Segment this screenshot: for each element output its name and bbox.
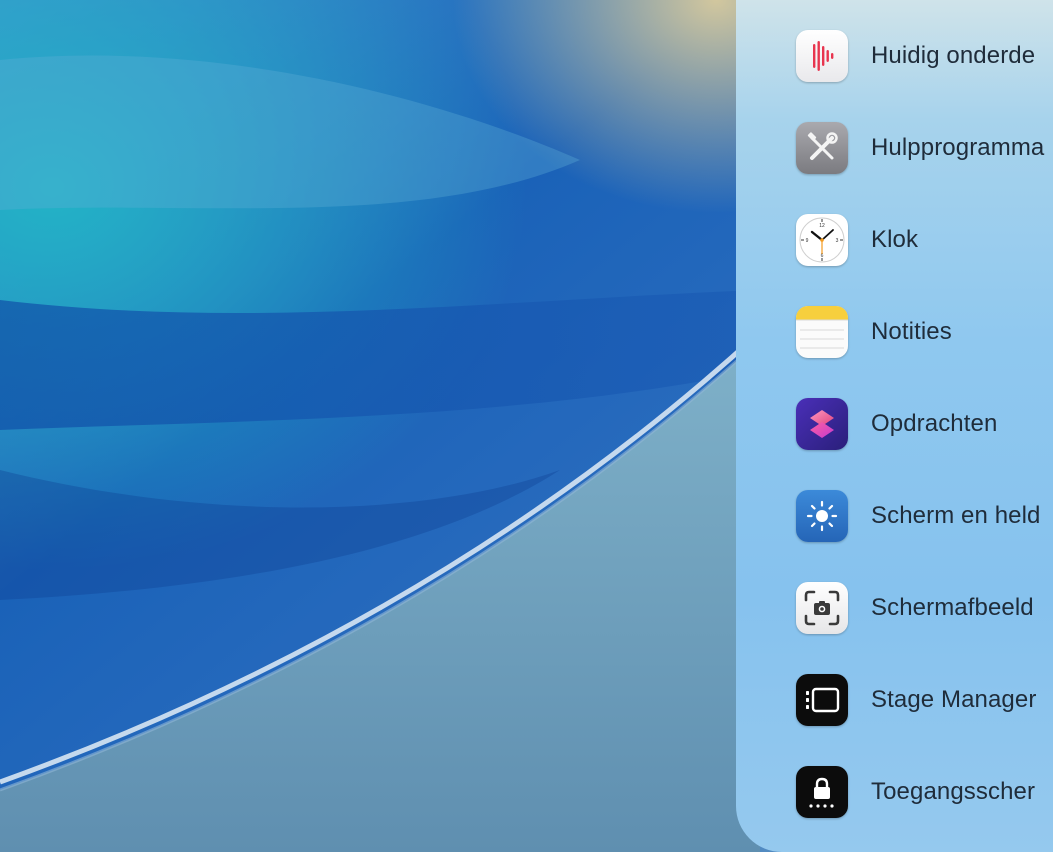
app-item-label: Opdrachten: [871, 410, 998, 437]
app-item-label: Hulpprogramma: [871, 134, 1045, 161]
app-item-label: Notities: [871, 318, 952, 345]
app-item-label: Toegangsscher: [871, 778, 1036, 805]
app-item-label: Scherm en held: [871, 502, 1041, 529]
app-item-notes[interactable]: Notities: [796, 305, 1053, 359]
svg-text:12: 12: [819, 223, 825, 229]
lock-screen-icon: [796, 766, 848, 818]
app-item-lock-screen[interactable]: Toegangsscher: [796, 765, 1053, 819]
notes-icon: [796, 306, 848, 358]
app-item-label: Klok: [871, 226, 919, 253]
app-item-label: Schermafbeeld: [871, 594, 1034, 621]
app-item-stage-manager[interactable]: Stage Manager: [796, 673, 1053, 727]
voice-memos-icon: [796, 30, 848, 82]
svg-text:3: 3: [836, 238, 839, 244]
svg-text:9: 9: [806, 238, 809, 244]
app-item-display-brightness[interactable]: Scherm en held: [796, 489, 1053, 543]
app-item-shortcuts[interactable]: Opdrachten: [796, 397, 1053, 451]
stage-manager-icon: [796, 674, 848, 726]
shortcuts-icon: [796, 398, 848, 450]
app-item-label: Huidig onderde: [871, 42, 1036, 69]
utilities-icon: [796, 122, 848, 174]
app-item-utilities[interactable]: Hulpprogramma: [796, 121, 1053, 175]
app-item-clock[interactable]: 12 3 6 9 Klok: [796, 213, 1053, 267]
brightness-icon: [796, 490, 848, 542]
app-item-voice-memos[interactable]: Huidig onderde: [796, 29, 1053, 83]
app-item-label: Stage Manager: [871, 686, 1037, 713]
clock-icon: 12 3 6 9: [796, 214, 848, 266]
app-item-screenshot[interactable]: Schermafbeeld: [796, 581, 1053, 635]
screenshot-icon: [796, 582, 848, 634]
app-list-panel: Huidig onderde Hulpprogramma 12 3 6 9 Kl…: [736, 0, 1053, 852]
